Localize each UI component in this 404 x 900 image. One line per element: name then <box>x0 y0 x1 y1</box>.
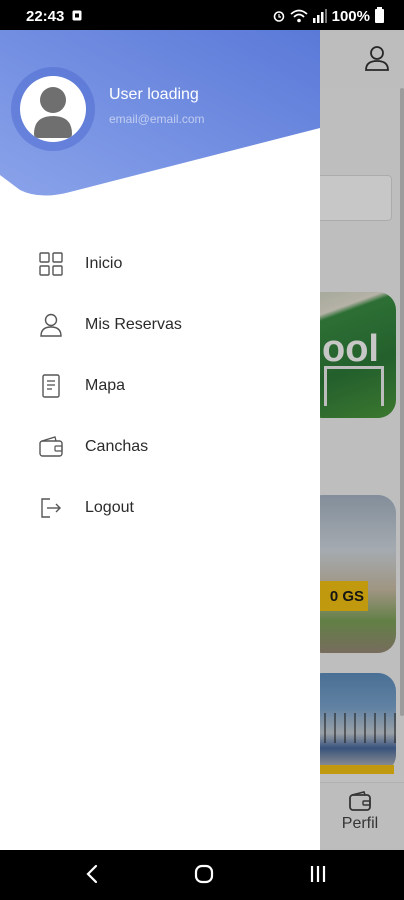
status-time: 22:43 <box>26 8 65 25</box>
status-right: 100% <box>273 7 384 25</box>
system-nav-bar <box>0 850 404 900</box>
home-icon[interactable] <box>194 864 214 884</box>
menu-item-label: Mis Reservas <box>85 315 182 333</box>
menu-item-label: Logout <box>85 498 134 516</box>
user-icon <box>40 313 62 337</box>
navigation-drawer: User loading email@email.com Inicio Mis … <box>0 30 320 850</box>
wifi-icon <box>290 9 308 23</box>
user-name: User loading <box>109 86 199 103</box>
status-bar: 22:43 100% <box>0 0 404 30</box>
notification-icon <box>72 10 82 21</box>
signal-icon <box>312 9 327 23</box>
menu-item-label: Mapa <box>85 376 126 394</box>
logout-icon <box>41 497 61 518</box>
user-email: email@email.com <box>109 112 205 126</box>
document-icon <box>42 373 60 398</box>
alarm-icon <box>273 11 284 22</box>
recents-icon[interactable] <box>309 864 327 884</box>
menu-item-canchas[interactable]: Canchas <box>0 416 320 477</box>
battery-icon <box>375 7 384 23</box>
wallet-icon <box>39 435 63 457</box>
avatar[interactable] <box>20 76 86 142</box>
back-icon[interactable] <box>86 864 98 884</box>
grid-icon <box>39 251 63 276</box>
menu-item-label: Canchas <box>85 437 149 455</box>
menu-item-inicio[interactable]: Inicio <box>0 233 320 294</box>
drawer-menu: Inicio Mis Reservas Mapa Canchas Logout <box>0 233 320 538</box>
battery-percent: 100% <box>331 7 370 25</box>
menu-item-logout[interactable]: Logout <box>0 477 320 538</box>
menu-item-mapa[interactable]: Mapa <box>0 355 320 416</box>
menu-item-label: Inicio <box>85 254 123 272</box>
person-silhouette-icon <box>34 87 72 138</box>
drawer-scrim[interactable] <box>320 30 404 850</box>
drawer-header: User loading email@email.com <box>0 30 320 230</box>
menu-item-mis-reservas[interactable]: Mis Reservas <box>0 294 320 355</box>
